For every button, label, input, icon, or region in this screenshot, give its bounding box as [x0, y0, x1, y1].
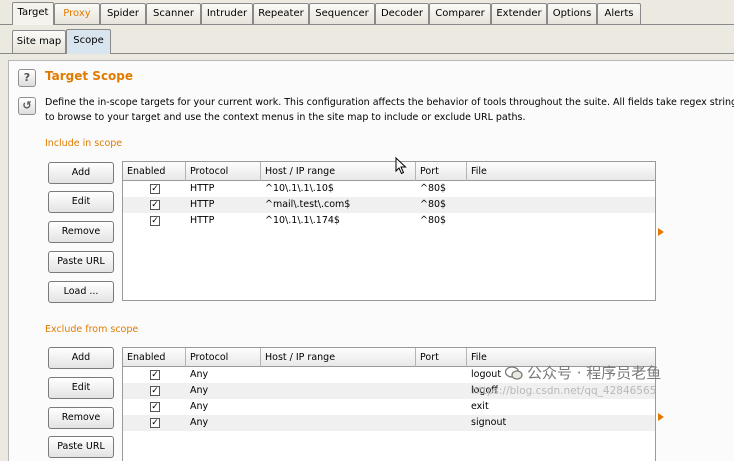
row-protocol: HTTP — [190, 183, 215, 194]
row-port: ^80$ — [420, 199, 447, 210]
row-host — [261, 399, 265, 415]
exclude-add-button[interactable]: Add — [48, 347, 114, 369]
row-host — [261, 367, 265, 383]
tab-decoder[interactable]: Decoder — [375, 3, 429, 24]
row-port: ^80$ — [420, 183, 447, 194]
row-file: signout — [471, 417, 507, 428]
column-file[interactable]: File — [467, 162, 655, 181]
enabled-checkbox[interactable]: ✓ — [150, 184, 160, 194]
tab-target[interactable]: Target — [12, 2, 54, 25]
main-tab-bar: Target Proxy Spider Scanner Intruder Rep… — [0, 0, 734, 25]
row-protocol: HTTP — [190, 215, 215, 226]
tab-proxy[interactable]: Proxy — [54, 3, 100, 24]
include-section-label: Include in scope — [45, 138, 123, 149]
include-remove-button[interactable]: Remove — [48, 221, 114, 243]
exclude-edit-button[interactable]: Edit — [48, 377, 114, 399]
table-row[interactable]: ✓ Any exit — [123, 399, 655, 415]
column-protocol[interactable]: Protocol — [186, 348, 261, 367]
column-port[interactable]: Port — [416, 348, 467, 367]
row-port — [416, 383, 420, 399]
table-row[interactable]: ✓ HTTP ^mail\.test\.com$ ^80$ — [123, 197, 655, 213]
scope-description: Define the in-scope targets for your cur… — [45, 95, 734, 125]
row-file: exit — [471, 401, 489, 412]
exclude-remove-button[interactable]: Remove — [48, 407, 114, 429]
tab-repeater[interactable]: Repeater — [253, 3, 309, 24]
tab-comparer[interactable]: Comparer — [429, 3, 491, 24]
row-file: logout — [471, 369, 502, 380]
include-expand-arrow-icon[interactable] — [658, 228, 664, 236]
mouse-cursor-icon — [395, 157, 407, 175]
tab-site-map[interactable]: Site map — [12, 30, 66, 53]
enabled-checkbox[interactable]: ✓ — [150, 418, 160, 428]
tab-sequencer[interactable]: Sequencer — [309, 3, 375, 24]
tab-extender[interactable]: Extender — [491, 3, 547, 24]
column-port[interactable]: Port — [416, 162, 467, 181]
column-enabled[interactable]: Enabled — [123, 162, 186, 181]
tab-intruder[interactable]: Intruder — [201, 3, 253, 24]
row-file — [467, 181, 471, 197]
column-host[interactable]: Host / IP range — [261, 162, 416, 181]
help-icon[interactable]: ? — [18, 69, 36, 87]
tab-options[interactable]: Options — [547, 3, 597, 24]
description-line-2: to browse to your target and use the con… — [45, 112, 526, 123]
row-port — [416, 399, 420, 415]
row-host: ^10\.1\.1\.174$ — [265, 215, 340, 226]
row-host: ^10\.1\.1\.10$ — [265, 183, 334, 194]
table-row[interactable]: ✓ Any signout — [123, 415, 655, 431]
row-protocol: HTTP — [190, 199, 215, 210]
watermark-text: 公众号 · 程序员老鱼 — [527, 364, 662, 382]
watermark: 公众号 · 程序员老鱼 — [505, 362, 661, 383]
column-enabled[interactable]: Enabled — [123, 348, 186, 367]
scope-panel: ? ↺ Target Scope Define the in-scope tar… — [8, 60, 734, 461]
row-file — [467, 197, 471, 213]
column-host[interactable]: Host / IP range — [261, 348, 416, 367]
row-file — [467, 213, 471, 229]
tab-scanner[interactable]: Scanner — [146, 3, 201, 24]
row-protocol: Any — [190, 369, 209, 380]
row-host — [261, 383, 265, 399]
tab-scope[interactable]: Scope — [66, 29, 111, 54]
enabled-checkbox[interactable]: ✓ — [150, 200, 160, 210]
row-port — [416, 367, 420, 383]
watermark-url: https://blog.csdn.net/qq_42846565 — [472, 385, 657, 397]
enabled-checkbox[interactable]: ✓ — [150, 386, 160, 396]
sub-tab-bar: Site map Scope — [0, 25, 734, 54]
row-protocol: Any — [190, 401, 209, 412]
refresh-icon[interactable]: ↺ — [18, 97, 36, 115]
row-protocol: Any — [190, 417, 209, 428]
include-load-button[interactable]: Load ... — [48, 281, 114, 303]
row-host — [261, 415, 265, 431]
enabled-checkbox[interactable]: ✓ — [150, 216, 160, 226]
include-table-header: Enabled Protocol Host / IP range Port Fi… — [123, 162, 655, 181]
column-protocol[interactable]: Protocol — [186, 162, 261, 181]
row-port — [416, 415, 420, 431]
exclude-section-label: Exclude from scope — [45, 324, 139, 335]
include-edit-button[interactable]: Edit — [48, 191, 114, 213]
wechat-icon — [505, 366, 523, 380]
include-table[interactable]: Enabled Protocol Host / IP range Port Fi… — [122, 161, 656, 301]
tab-alerts[interactable]: Alerts — [597, 3, 641, 24]
include-add-button[interactable]: Add — [48, 162, 114, 184]
table-row[interactable]: ✓ HTTP ^10\.1\.1\.174$ ^80$ — [123, 213, 655, 229]
exclude-paste-url-button[interactable]: Paste URL — [48, 436, 114, 458]
enabled-checkbox[interactable]: ✓ — [150, 402, 160, 412]
row-port: ^80$ — [420, 215, 447, 226]
description-line-1: Define the in-scope targets for your cur… — [45, 97, 734, 108]
tab-spider[interactable]: Spider — [100, 3, 146, 24]
row-host: ^mail\.test\.com$ — [265, 199, 351, 210]
include-paste-url-button[interactable]: Paste URL — [48, 251, 114, 273]
row-protocol: Any — [190, 385, 209, 396]
page-title: Target Scope — [45, 69, 134, 83]
exclude-expand-arrow-icon[interactable] — [658, 413, 664, 421]
table-row[interactable]: ✓ HTTP ^10\.1\.1\.10$ ^80$ — [123, 181, 655, 197]
enabled-checkbox[interactable]: ✓ — [150, 370, 160, 380]
